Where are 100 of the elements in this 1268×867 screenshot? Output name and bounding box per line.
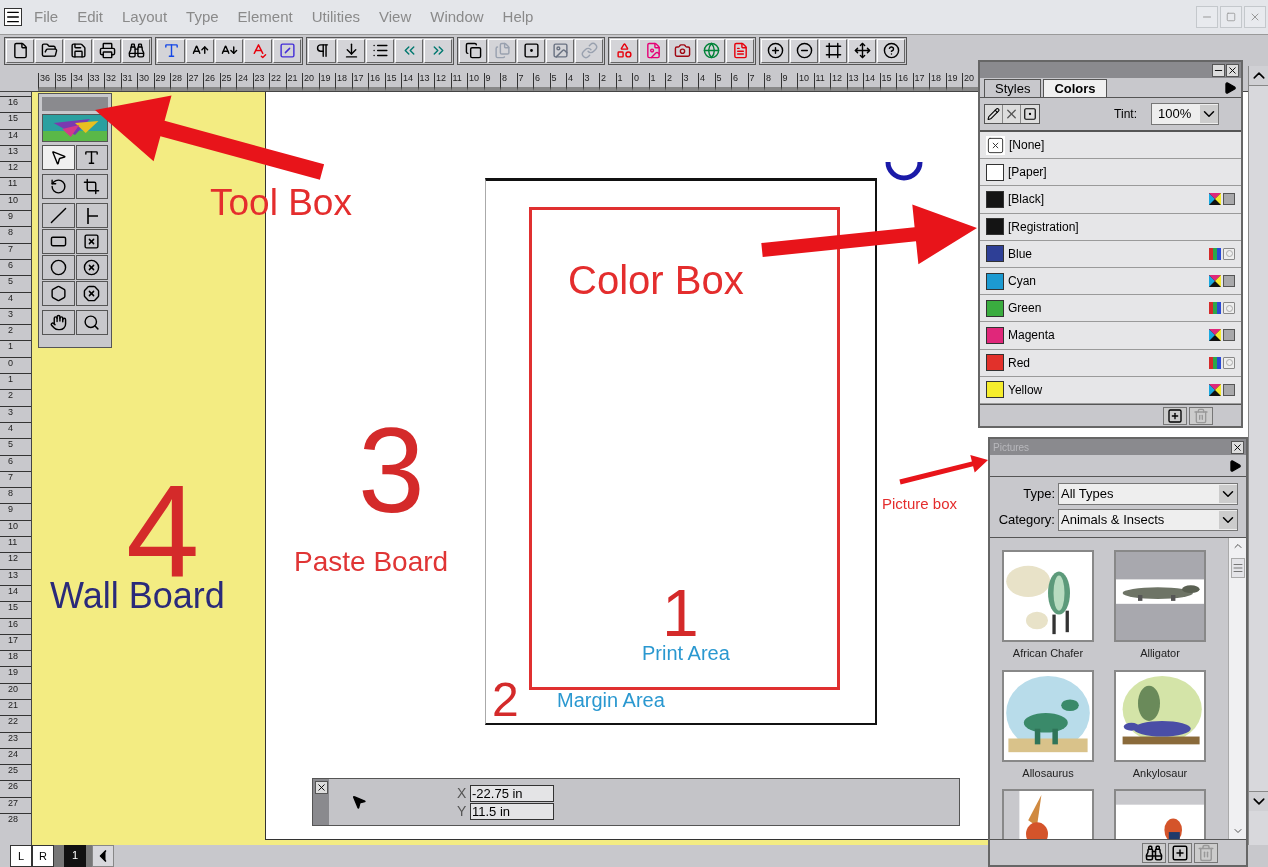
- rgb-icon: [1209, 302, 1221, 315]
- y-field[interactable]: 11.5 in: [470, 802, 554, 820]
- toolbar-button[interactable]: [308, 38, 336, 63]
- orthogonal-line-icon: [85, 207, 98, 224]
- circle-mark: [884, 162, 924, 182]
- app-menu-icon[interactable]: [4, 8, 22, 26]
- scroll-up-icon[interactable]: [1249, 66, 1268, 86]
- hexagon-icon: [49, 285, 67, 302]
- tool-button[interactable]: [75, 229, 108, 254]
- toolbar-button[interactable]: [819, 38, 847, 63]
- link-icon: [580, 42, 598, 59]
- ruler-number: 18: [0, 650, 31, 667]
- previous-page-icon[interactable]: [92, 845, 114, 867]
- tool-button[interactable]: [42, 310, 75, 335]
- toolbar-button[interactable]: [6, 38, 34, 63]
- scrollbar[interactable]: [1228, 538, 1246, 839]
- scroll-down-icon[interactable]: [1249, 791, 1268, 811]
- toolbar-button[interactable]: [93, 38, 121, 63]
- panel-title-bar[interactable]: [980, 62, 1241, 78]
- tool-button[interactable]: [42, 229, 75, 254]
- x-field[interactable]: -22.75 in: [470, 784, 554, 802]
- category-dropdown[interactable]: Animals & Insects: [1058, 509, 1238, 531]
- color-row[interactable]: [Registration]: [980, 213, 1241, 241]
- save-icon: [69, 42, 87, 59]
- new-picture-icon[interactable]: [1168, 842, 1192, 863]
- close-icon[interactable]: [314, 781, 328, 794]
- vertical-scrollbar[interactable]: [1248, 66, 1268, 845]
- ruler-number: 17: [0, 633, 31, 651]
- minimize-icon[interactable]: [1212, 63, 1225, 77]
- toolbar-button[interactable]: [186, 38, 214, 63]
- annotation-label: Picture box: [882, 496, 958, 511]
- close-icon[interactable]: [1226, 63, 1239, 77]
- dropdown-icon: [1200, 105, 1218, 123]
- panel-menu-icon[interactable]: [1228, 458, 1242, 473]
- toolbar-button[interactable]: [64, 38, 92, 63]
- toolbar-button[interactable]: [157, 38, 185, 63]
- picture-label: Alligator: [1140, 646, 1180, 661]
- panel-tab[interactable]: Styles: [984, 79, 1042, 97]
- tool-button[interactable]: [75, 310, 108, 335]
- ruler-number: 11: [0, 536, 31, 553]
- field-label: Y: [457, 804, 468, 818]
- color-name: Red: [1008, 354, 1030, 372]
- color-row[interactable]: Red: [980, 349, 1241, 377]
- type-dropdown[interactable]: All Types: [1058, 483, 1238, 505]
- ruler-number: 8: [0, 226, 31, 243]
- ruler-number: 0: [0, 356, 31, 374]
- color-row[interactable]: [None]: [980, 132, 1241, 160]
- panel-menu-icon[interactable]: [1223, 81, 1237, 95]
- tool-button[interactable]: [42, 145, 75, 170]
- toolbar-button[interactable]: [761, 38, 789, 63]
- text-tool-icon: [83, 149, 101, 166]
- cmyk-icon: [1209, 275, 1221, 288]
- page-icon[interactable]: R: [32, 845, 54, 867]
- ruler-number: 21: [0, 699, 31, 716]
- color-row[interactable]: Cyan: [980, 267, 1241, 296]
- toolbar-button[interactable]: [668, 38, 696, 63]
- new-color-icon[interactable]: [1163, 406, 1187, 425]
- pointer-icon: [351, 794, 367, 810]
- page-icon[interactable]: 1: [64, 845, 86, 867]
- panel-tab[interactable]: Colors: [1043, 79, 1107, 97]
- tool-button[interactable]: [75, 203, 108, 228]
- ruler-number: 10: [0, 519, 31, 536]
- page-icon[interactable]: L: [10, 845, 32, 867]
- toolbar-button[interactable]: [35, 38, 63, 63]
- color-row[interactable]: [Black]: [980, 186, 1241, 214]
- toolbar-button[interactable]: [273, 38, 301, 63]
- toolbar-button[interactable]: [337, 38, 365, 63]
- close-icon[interactable]: [1231, 440, 1244, 454]
- help-icon: [882, 42, 900, 59]
- tool-button[interactable]: [42, 255, 75, 280]
- toolbar-button[interactable]: [366, 38, 394, 63]
- tool-button[interactable]: [75, 174, 108, 199]
- toolbar-button[interactable]: [790, 38, 818, 63]
- ruler-number: 9: [0, 503, 31, 520]
- tool-button[interactable]: [75, 281, 108, 306]
- color-row[interactable]: Magenta: [980, 322, 1241, 350]
- tool-button[interactable]: [75, 145, 108, 170]
- tool-button[interactable]: [42, 174, 75, 199]
- ruler-number: 7: [0, 470, 31, 488]
- scroll-thumb-icon[interactable]: [1230, 558, 1245, 578]
- toolbar-button[interactable]: [215, 38, 243, 63]
- color-row[interactable]: Green: [980, 295, 1241, 323]
- square-dot-icon[interactable]: [1021, 105, 1039, 123]
- square-slash-icon: [278, 42, 296, 59]
- pencil-icon[interactable]: [985, 105, 1003, 123]
- color-name: [Paper]: [1008, 164, 1047, 182]
- tint-dropdown[interactable]: 100%: [1151, 103, 1219, 125]
- toolbar-button[interactable]: [122, 38, 150, 63]
- tool-button[interactable]: [75, 255, 108, 280]
- tool-button[interactable]: [42, 281, 75, 306]
- toolbar-button[interactable]: [877, 38, 905, 63]
- binoculars-icon[interactable]: [1142, 842, 1166, 863]
- toolbar-button[interactable]: [517, 38, 545, 63]
- color-row[interactable]: [Paper]: [980, 159, 1241, 187]
- color-row[interactable]: Blue: [980, 240, 1241, 268]
- toolbar-button[interactable]: [848, 38, 876, 63]
- toolbar-button[interactable]: [459, 38, 487, 63]
- color-name: Green: [1008, 300, 1042, 318]
- color-row[interactable]: Yellow: [980, 376, 1241, 404]
- x-icon[interactable]: [1003, 105, 1021, 123]
